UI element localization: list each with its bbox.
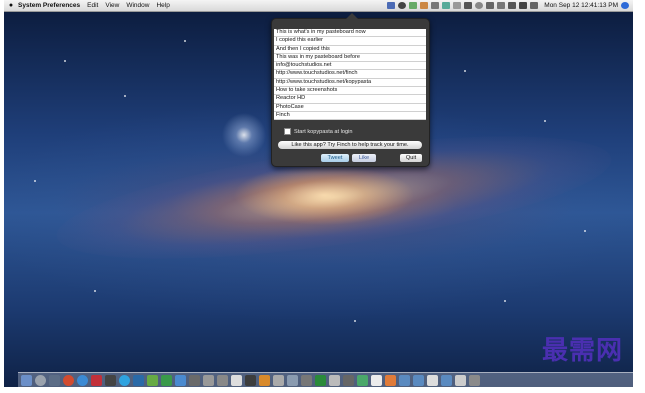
menu-window[interactable]: Window	[126, 2, 149, 9]
app-icon[interactable]	[231, 375, 242, 386]
app-icon[interactable]	[329, 375, 340, 386]
like-button[interactable]: Like	[352, 154, 376, 162]
chrome-icon[interactable]	[63, 375, 74, 386]
star	[64, 60, 66, 62]
star	[124, 95, 126, 97]
app-icon[interactable]	[301, 375, 312, 386]
clip-item[interactable]: This was in my pasteboard before	[274, 54, 426, 63]
kopypasta-popup: This is what's in my pasteboard now I co…	[271, 13, 430, 167]
app-status-icon[interactable]	[420, 2, 429, 9]
kopypasta-status-icon[interactable]	[387, 2, 396, 9]
clip-item[interactable]: PhotoCase	[274, 104, 426, 112]
flag-icon[interactable]	[530, 2, 539, 9]
app-icon[interactable]	[161, 375, 172, 386]
clip-item[interactable]: How to take screenshots	[274, 87, 426, 96]
clip-item[interactable]: http://www.touchstudios.net/kopypasta	[274, 79, 426, 88]
app-icon[interactable]	[371, 375, 382, 386]
try-finch-button[interactable]: Like this app? Try Finch to help track y…	[278, 141, 422, 149]
app-icon[interactable]	[217, 375, 228, 386]
clip-item[interactable]: Reactor HD	[274, 95, 426, 104]
app-status-icon[interactable]	[409, 2, 418, 9]
clip-item[interactable]: And then I copied this	[274, 46, 426, 54]
app-icon[interactable]	[147, 375, 158, 386]
sync-status-icon[interactable]	[475, 2, 484, 9]
dashboard-icon[interactable]	[35, 375, 46, 386]
folder-icon[interactable]	[399, 375, 410, 386]
menu-view[interactable]: View	[105, 2, 119, 9]
app-status-icon[interactable]	[486, 2, 495, 9]
volume-icon[interactable]	[519, 2, 528, 9]
clip-item[interactable]: This is what's in my pasteboard now	[274, 29, 426, 38]
star	[94, 290, 96, 292]
skype-icon[interactable]	[119, 375, 130, 386]
app-icon[interactable]	[273, 375, 284, 386]
finder-icon[interactable]	[21, 375, 32, 386]
gear-status-icon[interactable]	[398, 2, 407, 9]
mission-control-icon[interactable]	[49, 375, 60, 386]
clipboard-history-list: This is what's in my pasteboard now I co…	[274, 29, 426, 121]
app-icon[interactable]	[315, 375, 326, 386]
apple-menu-icon[interactable]: ●	[4, 2, 18, 9]
app-status-icon[interactable]	[464, 2, 473, 9]
star	[464, 70, 466, 72]
quit-button[interactable]: Quit	[400, 154, 422, 162]
start-at-login-label: Start kopypasta at login	[294, 128, 353, 135]
app-name-menu[interactable]: System Preferences	[18, 2, 80, 9]
menu-help[interactable]: Help	[156, 2, 169, 9]
star	[544, 120, 546, 122]
start-at-login-checkbox[interactable]	[284, 128, 291, 135]
app-icon[interactable]	[175, 375, 186, 386]
menu-bar: ● System Preferences Edit View Window He…	[4, 0, 633, 12]
clip-item[interactable]: http://www.touchstudios.net/finch	[274, 70, 426, 79]
star	[184, 40, 186, 42]
start-at-login-option: Start kopypasta at login	[284, 128, 352, 135]
star	[504, 300, 506, 302]
clip-item[interactable]: info@touchstudios.net	[274, 62, 426, 71]
star	[354, 320, 356, 322]
tweet-button[interactable]: Tweet	[321, 154, 349, 162]
dock	[18, 372, 633, 387]
app-icon[interactable]	[189, 375, 200, 386]
clip-item[interactable]: I copied this earlier	[274, 37, 426, 46]
star	[34, 180, 36, 182]
watermark-text: 最需网	[541, 336, 623, 366]
app-icon[interactable]	[343, 375, 354, 386]
spotlight-icon[interactable]	[621, 2, 629, 9]
folder-icon[interactable]	[413, 375, 424, 386]
app-icon[interactable]	[259, 375, 270, 386]
status-menu-area: Mon Sep 12 12:41:13 PM	[387, 0, 629, 11]
app-icon[interactable]	[203, 375, 214, 386]
safari-icon[interactable]	[77, 375, 88, 386]
app-icon[interactable]	[357, 375, 368, 386]
app-icon[interactable]	[91, 375, 102, 386]
app-status-icon[interactable]	[442, 2, 451, 9]
star	[584, 230, 586, 232]
app-icon[interactable]	[287, 375, 298, 386]
clip-item[interactable]: Finch	[274, 112, 426, 121]
document-icon[interactable]	[427, 375, 438, 386]
app-status-icon[interactable]	[453, 2, 462, 9]
document-icon[interactable]	[455, 375, 466, 386]
app-icon[interactable]	[105, 375, 116, 386]
terminal-icon[interactable]	[245, 375, 256, 386]
desktop-wallpaper: ● System Preferences Edit View Window He…	[4, 0, 633, 387]
twitter-icon[interactable]	[133, 375, 144, 386]
menu-edit[interactable]: Edit	[87, 2, 98, 9]
folder-icon[interactable]	[441, 375, 452, 386]
trash-icon[interactable]	[469, 375, 480, 386]
bluetooth-icon[interactable]	[497, 2, 506, 9]
wifi-icon[interactable]	[508, 2, 517, 9]
app-icon[interactable]	[385, 375, 396, 386]
app-status-icon[interactable]	[431, 2, 440, 9]
menubar-clock[interactable]: Mon Sep 12 12:41:13 PM	[544, 2, 618, 9]
